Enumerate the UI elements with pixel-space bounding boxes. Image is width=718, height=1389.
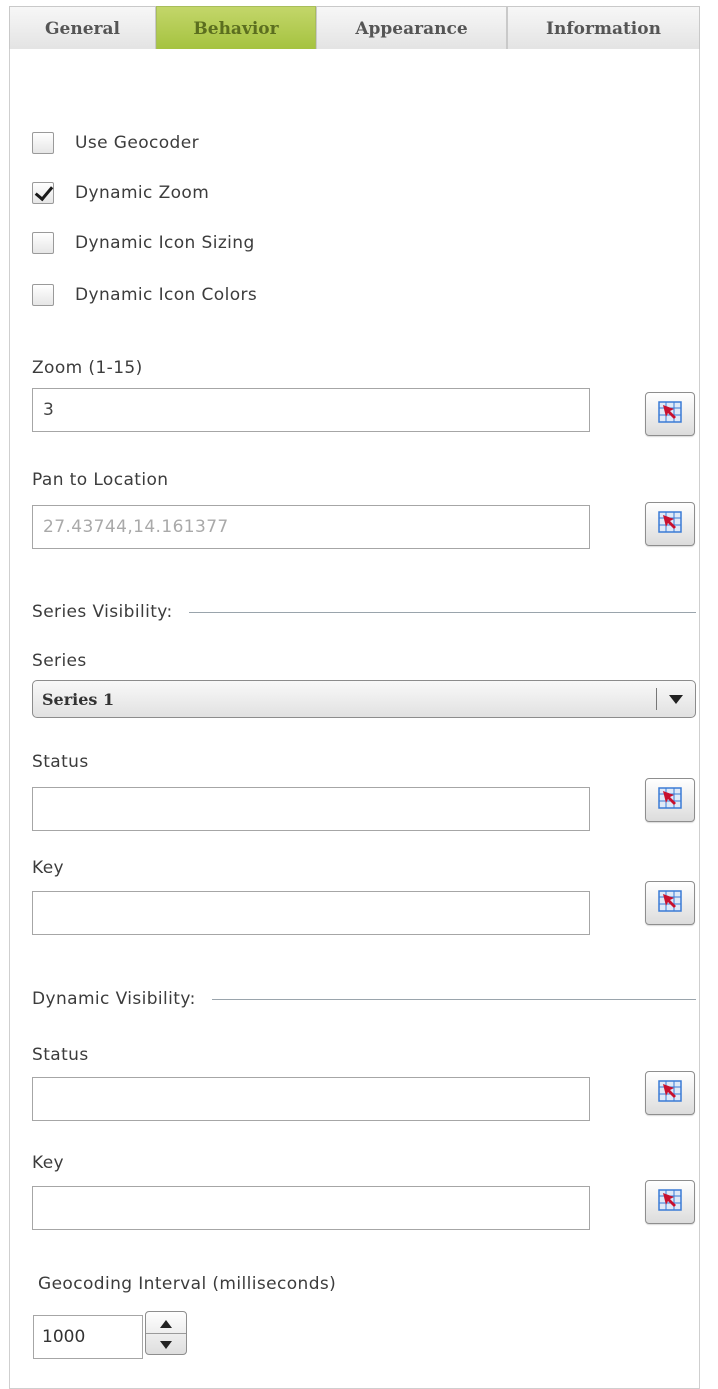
arrow-down-icon: [160, 1334, 172, 1353]
field-picker-icon: [658, 890, 682, 916]
section-divider: [188, 611, 696, 613]
stepper-down-button[interactable]: [146, 1332, 186, 1355]
dynamic-icon-sizing-checkbox[interactable]: [32, 232, 54, 254]
series-select-value: Series 1: [42, 689, 115, 709]
dynamic-icon-sizing-option[interactable]: Dynamic Icon Sizing: [32, 232, 255, 254]
geocoding-interval-value: 1000: [42, 1327, 86, 1347]
zoom-label: Zoom (1-15): [32, 358, 143, 378]
dynamic-icon-colors-checkbox[interactable]: [32, 284, 54, 306]
dynamic-key-label: Key: [32, 1153, 65, 1173]
tab-appearance[interactable]: Appearance: [316, 6, 507, 50]
series-key-label: Key: [32, 858, 65, 878]
pan-picker-button[interactable]: [645, 502, 695, 546]
series-status-label: Status: [32, 752, 89, 772]
tab-information-label: Information: [546, 18, 661, 39]
pan-to-location-value: 27.43744,14.161377: [43, 517, 229, 537]
dynamic-zoom-option[interactable]: Dynamic Zoom: [32, 182, 209, 204]
series-key-input[interactable]: [32, 891, 590, 935]
field-picker-icon: [658, 401, 682, 427]
geocoding-interval-stepper[interactable]: [145, 1311, 187, 1355]
dynamic-zoom-label: Dynamic Zoom: [75, 183, 210, 203]
pan-to-location-input[interactable]: 27.43744,14.161377: [32, 505, 590, 549]
tab-behavior-label: Behavior: [193, 18, 279, 39]
section-divider: [211, 998, 696, 1000]
dynamic-icon-sizing-label: Dynamic Icon Sizing: [75, 233, 255, 253]
geocoding-interval-label: Geocoding Interval (milliseconds): [38, 1274, 337, 1294]
field-picker-icon: [658, 1080, 682, 1106]
zoom-value: 3: [43, 400, 55, 420]
dynamic-icon-colors-label: Dynamic Icon Colors: [75, 285, 258, 305]
dynamic-icon-colors-option[interactable]: Dynamic Icon Colors: [32, 284, 257, 306]
series-select[interactable]: Series 1: [32, 680, 696, 718]
field-picker-icon: [658, 511, 682, 537]
use-geocoder-checkbox[interactable]: [32, 132, 54, 154]
tab-information[interactable]: Information: [507, 6, 700, 50]
arrow-up-icon: [160, 1313, 172, 1332]
dynamic-key-input[interactable]: [32, 1186, 590, 1230]
tab-behavior[interactable]: Behavior: [156, 6, 316, 50]
geocoding-interval-input[interactable]: 1000: [33, 1315, 143, 1359]
zoom-input[interactable]: 3: [32, 388, 590, 432]
use-geocoder-option[interactable]: Use Geocoder: [32, 132, 199, 154]
dynamic-status-input[interactable]: [32, 1077, 590, 1121]
series-status-picker-button[interactable]: [645, 778, 695, 822]
stepper-up-button[interactable]: [146, 1312, 186, 1333]
dynamic-status-label: Status: [32, 1045, 89, 1065]
dynamic-key-picker-button[interactable]: [645, 1180, 695, 1224]
tab-appearance-label: Appearance: [355, 18, 468, 39]
dynamic-zoom-checkbox[interactable]: [32, 182, 54, 204]
series-visibility-section: Series Visibility:: [32, 602, 696, 622]
tab-general-label: General: [45, 18, 120, 39]
dynamic-visibility-section: Dynamic Visibility:: [32, 989, 696, 1009]
series-label: Series: [32, 651, 87, 671]
tab-bar: General Behavior Appearance Information: [9, 0, 700, 50]
chevron-down-icon: [657, 694, 695, 704]
series-status-input[interactable]: [32, 787, 590, 831]
field-picker-icon: [658, 1189, 682, 1215]
field-picker-icon: [658, 787, 682, 813]
dynamic-status-picker-button[interactable]: [645, 1071, 695, 1115]
zoom-picker-button[interactable]: [645, 392, 695, 436]
series-key-picker-button[interactable]: [645, 881, 695, 925]
pan-to-location-label: Pan to Location: [32, 470, 169, 490]
tab-general[interactable]: General: [9, 6, 156, 50]
series-visibility-heading: Series Visibility:: [32, 602, 173, 622]
dynamic-visibility-heading: Dynamic Visibility:: [32, 989, 196, 1009]
use-geocoder-label: Use Geocoder: [75, 133, 199, 153]
